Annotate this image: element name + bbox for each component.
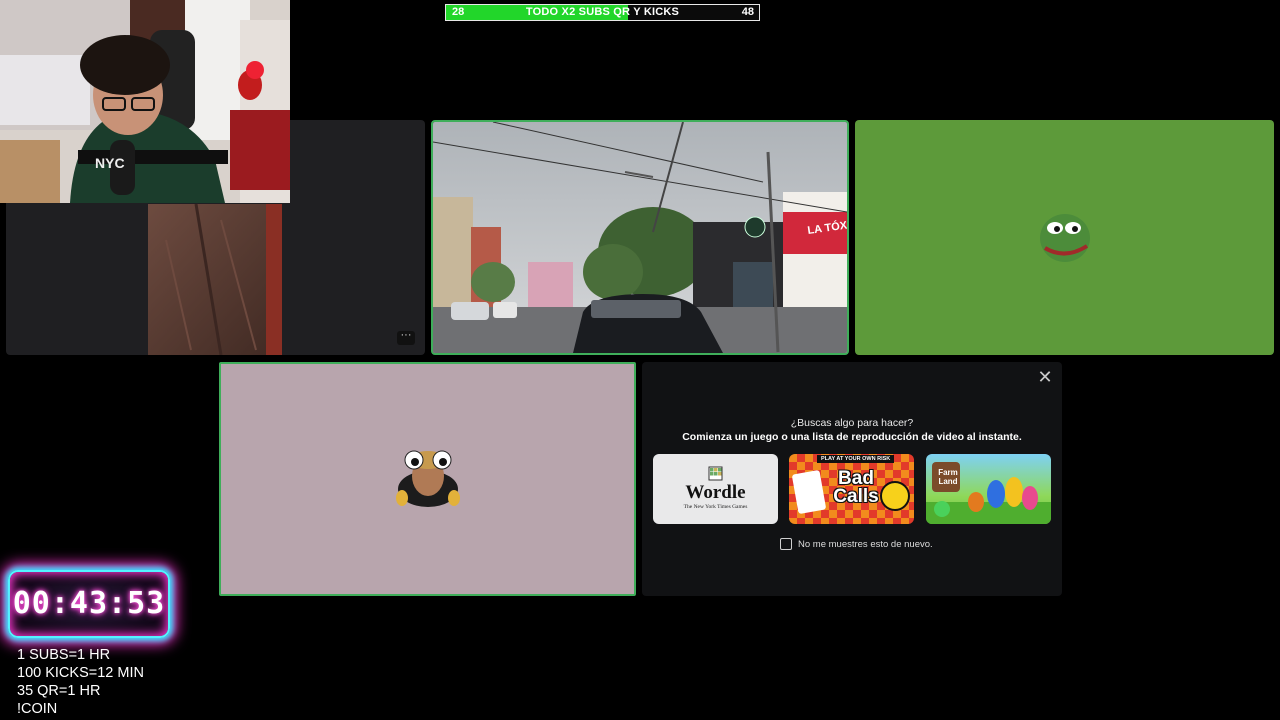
game-title: Bad Calls — [833, 468, 879, 507]
svg-text:NYC: NYC — [95, 155, 125, 171]
tile-more-options-button[interactable]: ··· — [397, 330, 415, 345]
game-title: Farm Land — [938, 468, 958, 486]
goal-label: TODO X2 SUBS QR Y KICKS — [525, 6, 680, 18]
game-card-wordle[interactable]: Wordle The New York Times Games — [653, 454, 778, 524]
stream-rules: 1 SUBS=1 HR 100 KICKS=12 MIN 35 QR=1 HR … — [17, 646, 144, 718]
game-card-bad-calls[interactable]: PLAY AT YOUR OWN RISK Bad Calls — [789, 454, 914, 524]
game-card-farm-land[interactable]: Farm Land — [926, 454, 1051, 524]
streamer-webcam: NYC — [0, 0, 290, 203]
activity-suggestion-panel: ✕ ¿Buscas algo para hacer? Comienza un j… — [642, 362, 1062, 596]
user-avatar-icon — [396, 450, 460, 507]
rule-line: 1 SUBS=1 HR — [17, 647, 111, 663]
dont-show-again-checkbox[interactable] — [780, 538, 792, 550]
goal-progress-bar: 28 TODO X2 SUBS QR Y KICKS 48 — [445, 4, 760, 21]
close-icon[interactable]: ✕ — [1034, 366, 1056, 388]
participant-tile-street[interactable]: LA TÓXICA — [431, 120, 849, 355]
stream-timer: 00:43:53 — [8, 570, 170, 638]
goal-target-value: 48 — [741, 6, 754, 18]
activity-title: ¿Buscas algo para hacer? — [790, 417, 914, 429]
dont-show-again-row[interactable]: No me muestres esto de nuevo. — [780, 537, 933, 551]
activity-subtitle: Comienza un juego o una lista de reprodu… — [682, 431, 1022, 443]
rule-line: !COIN — [17, 701, 58, 717]
timer-value: 00:43:53 — [12, 586, 166, 621]
farm-land-art-icon — [926, 462, 1051, 524]
participant-tile-avatar[interactable] — [219, 362, 636, 596]
game-publisher: The New York Times Games — [683, 504, 748, 510]
participant-tile-frog[interactable] — [855, 120, 1274, 355]
rule-line: 35 QR=1 HR — [17, 683, 101, 699]
dont-show-again-label: No me muestres esto de nuevo. — [798, 538, 933, 550]
rule-line: 100 KICKS=12 MIN — [17, 665, 144, 681]
frog-avatar-icon — [1040, 214, 1090, 262]
game-title: Wordle — [685, 482, 746, 503]
street-video: LA TÓXICA — [433, 122, 847, 353]
